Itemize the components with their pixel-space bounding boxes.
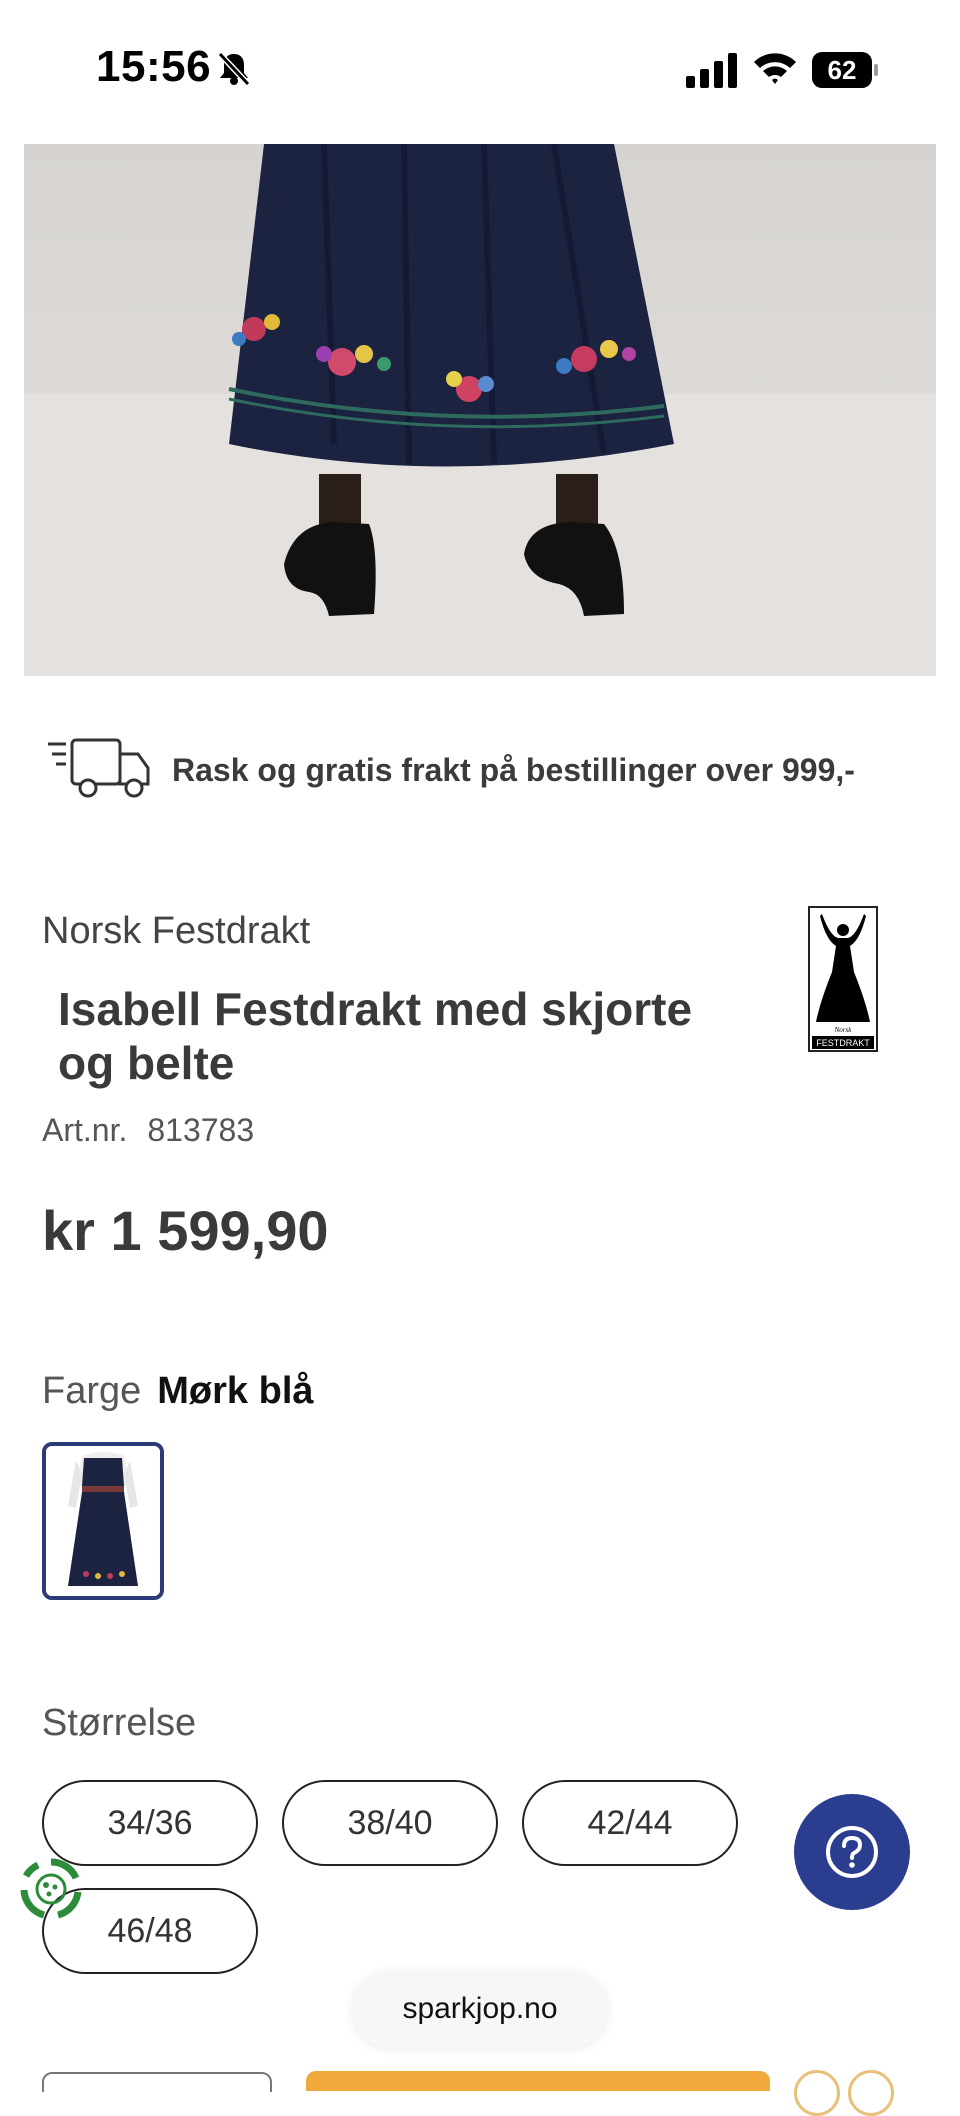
brand-logo[interactable]: Norsk FESTDRAKT	[808, 906, 878, 1052]
size-option-42-44[interactable]: 42/44	[522, 1780, 738, 1866]
size-option-38-40[interactable]: 38/40	[282, 1780, 498, 1866]
product-title: Isabell Festdrakt med skjorte og belte	[58, 983, 693, 1089]
battery-icon: 62	[812, 52, 878, 88]
article-number: Art.nr. 813783	[42, 1112, 254, 1149]
product-photo	[24, 144, 936, 676]
product-price: kr 1 599,90	[42, 1199, 329, 1262]
help-icon	[826, 1826, 878, 1878]
shipping-text: Rask og gratis frakt på bestillinger ove…	[172, 752, 855, 788]
bell-slash-icon	[217, 51, 251, 87]
battery-level: 62	[812, 52, 872, 88]
product-image[interactable]	[24, 144, 936, 676]
signal-icon	[686, 53, 737, 88]
wifi-icon	[754, 53, 796, 84]
eco-icon[interactable]	[18, 1856, 84, 1922]
quantity-box[interactable]	[42, 2072, 272, 2092]
wishlist-circle[interactable]	[794, 2070, 840, 2116]
shipping-banner: Rask og gratis frakt på bestillinger ove…	[48, 730, 928, 820]
add-to-cart-button[interactable]	[306, 2071, 770, 2091]
color-value: Mørk blå	[157, 1370, 314, 1412]
battery-cap	[874, 64, 878, 76]
truck-icon	[48, 738, 150, 798]
color-swatch-selected[interactable]	[42, 1442, 164, 1600]
status-bar: 15:56 62	[0, 0, 960, 140]
size-option-34-36[interactable]: 34/36	[42, 1780, 258, 1866]
artnr-label: Art.nr.	[42, 1112, 128, 1148]
artnr-value: 813783	[147, 1112, 255, 1148]
size-label: Størrelse	[42, 1702, 197, 1744]
swatch-thumbnail	[46, 1446, 160, 1596]
help-button[interactable]	[794, 1794, 910, 1910]
color-label: Farge	[42, 1370, 142, 1412]
status-time: 15:56	[96, 42, 212, 91]
brand-name[interactable]: Norsk Festdrakt	[42, 910, 310, 953]
logo-text: FESTDRAKT	[816, 1038, 870, 1048]
color-selector-label: Farge Mørk blå	[42, 1370, 314, 1413]
browser-domain-pill[interactable]: sparkjop.no	[352, 1970, 608, 2048]
share-circle[interactable]	[848, 2070, 894, 2116]
logo-script: Norsk	[834, 1026, 853, 1034]
